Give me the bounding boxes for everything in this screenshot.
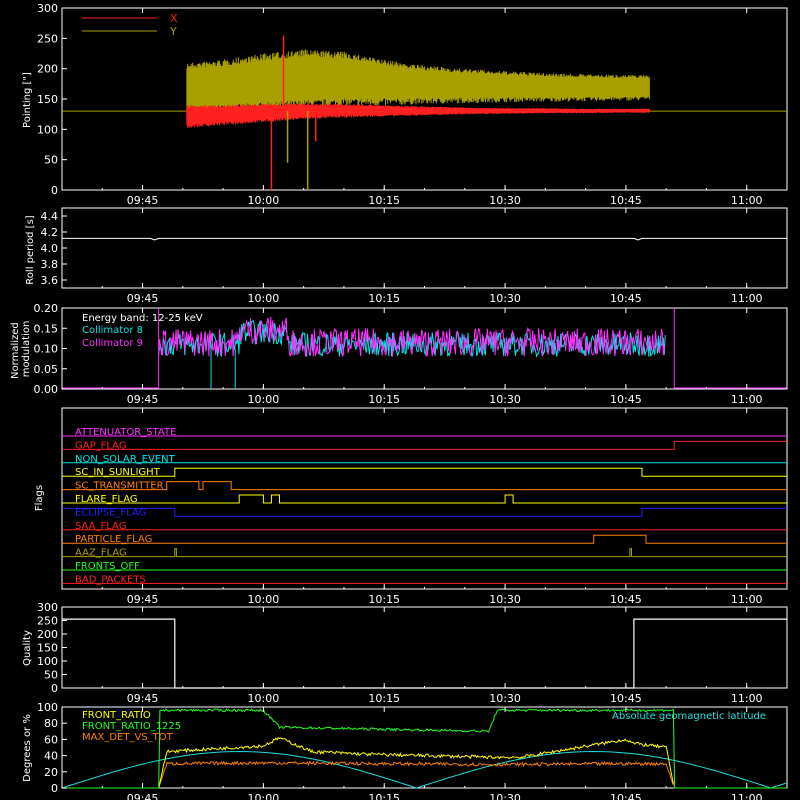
ratios-y-axis-label: Degrees or %: [22, 714, 33, 782]
modulation-y-tick-label: 0.20: [34, 302, 59, 315]
quality-x-tick-label: 10:15: [368, 692, 400, 705]
pointing-x-tick-label: 11:00: [731, 194, 763, 207]
modulation-y-tick-label: 0.00: [34, 383, 59, 396]
modulation-legend-collimator-8: Collimator 8: [82, 325, 143, 336]
flag-label-bad-packets: BAD_PACKETS: [75, 574, 146, 585]
quality-x-tick-label: 10:30: [489, 692, 521, 705]
roll-y-axis-label: Roll period [s]: [25, 215, 36, 284]
ratios-geomagnetic-latitude-label: Absolute geomagnetic latitude: [612, 711, 766, 722]
modulation-x-tick-label: 10:45: [610, 393, 642, 406]
ratios-legend-front-ratio-1225: FRONT_RATIO_1225: [82, 721, 181, 732]
pointing-y-tick-label: 0: [51, 184, 58, 197]
flags-x-tick-label: 09:45: [127, 593, 159, 606]
flag-label-gap-flag: GAP_FLAG: [75, 440, 127, 451]
ratios-y-tick-label: 0: [51, 782, 58, 795]
modulation-x-tick-label: 09:45: [127, 393, 159, 406]
pointing-y-tick-label: 150: [37, 93, 58, 106]
pointing-y-tick-label: 300: [37, 2, 58, 15]
flags-y-axis-label: Flags: [34, 485, 45, 511]
pointing-y-tick-label: 100: [37, 123, 58, 136]
modulation-x-tick-label: 10:15: [368, 393, 400, 406]
quality-y-tick-label: 250: [37, 615, 58, 628]
quality-x-tick-label: 09:45: [127, 692, 159, 705]
flags-x-tick-label: 11:00: [731, 593, 763, 606]
modulation-x-tick-label: 10:00: [248, 393, 280, 406]
pointing-y-tick-label: 50: [44, 154, 58, 167]
flag-label-particle-flag: PARTICLE_FLAG: [75, 534, 152, 545]
quality-y-tick-label: 150: [37, 642, 58, 655]
roll-x-tick-label: 10:45: [610, 292, 642, 305]
flag-label-sc-transmitter: SC_TRANSMITTER: [75, 481, 164, 492]
modulation-y-tick-label: 0.05: [34, 363, 59, 376]
roll-x-tick-label: 10:30: [489, 292, 521, 305]
ratios-x-tick-label: 10:00: [248, 792, 280, 800]
modulation-y-tick-label: 0.10: [34, 343, 59, 356]
modulation-legend-collimator-9: Collimator 9: [82, 338, 143, 349]
flags-x-tick-label: 10:15: [368, 593, 400, 606]
pointing-y-tick-label: 200: [37, 63, 58, 76]
modulation-legend-title: Energy band: 12-25 keV: [82, 313, 203, 324]
ratios-legend-front-ratio: FRONT_RATIO: [82, 710, 151, 721]
ratios-y-tick-label: 100: [37, 701, 58, 714]
pointing-x-tick-label: 09:45: [127, 194, 159, 207]
quality-x-tick-label: 10:00: [248, 692, 280, 705]
flags-x-tick-label: 10:45: [610, 593, 642, 606]
roll-x-tick-label: 10:00: [248, 292, 280, 305]
quality-y-tick-label: 300: [37, 601, 58, 614]
flag-label-fronts-off: FRONTS_OFF: [75, 561, 140, 572]
flag-label-aaz-flag: AAZ_FLAG: [75, 548, 127, 559]
modulation-y-label-line2: modulation: [21, 321, 32, 378]
ratios-x-tick-label: 11:00: [731, 792, 763, 800]
quality-x-tick-label: 10:45: [610, 692, 642, 705]
modulation-y-axis-label: Normalized modulation: [10, 319, 32, 379]
roll-y-tick-label: 4.4: [41, 210, 59, 223]
flags-x-tick-label: 10:00: [248, 593, 280, 606]
roll-x-tick-label: 11:00: [731, 292, 763, 305]
flag-label-non-solar-event: NON_SOLAR_EVENT: [75, 454, 176, 465]
flag-label-eclipse-flag: ECLIPSE_FLAG: [75, 507, 146, 518]
roll-y-tick-label: 3.6: [41, 274, 59, 287]
ratios-y-tick-label: 60: [44, 733, 58, 746]
pointing-x-tick-label: 10:15: [368, 194, 400, 207]
pointing-x-tick-label: 10:00: [248, 194, 280, 207]
ratios-y-tick-label: 40: [44, 750, 58, 763]
quality-y-tick-label: 50: [44, 669, 58, 682]
legend-x-label: X: [170, 12, 178, 25]
ratios-y-tick-label: 20: [44, 766, 58, 779]
quality-y-axis-label: Quality: [22, 630, 33, 666]
quality-y-tick-label: 0: [51, 682, 58, 695]
ratios-legend-max-det: MAX_DET_VS_TOT: [82, 732, 174, 743]
pointing-x-tick-label: 10:45: [610, 194, 642, 207]
ratios-x-tick-label: 10:15: [368, 792, 400, 800]
quicklook-chart-figure: 050100150200250300 09:45 10:00 10:15 10:30 1…: [0, 0, 800, 800]
modulation-y-label-line1: Normalized: [10, 322, 21, 379]
roll-y-tick-label: 4.2: [41, 226, 59, 239]
roll-x-tick-label: 10:15: [368, 292, 400, 305]
ratios-x-tick-label: 10:30: [489, 792, 521, 800]
flag-label-saa-flag: SAA_FLAG: [75, 521, 126, 532]
quality-y-tick-label: 100: [37, 655, 58, 668]
roll-y-tick-label: 4.0: [41, 242, 59, 255]
modulation-x-tick-label: 10:30: [489, 393, 521, 406]
modulation-y-tick-label: 0.15: [34, 322, 59, 335]
ratios-x-tick-label: 09:45: [127, 792, 159, 800]
legend-y-label: Y: [169, 25, 177, 38]
ratios-x-tick-label: 10:45: [610, 792, 642, 800]
roll-x-tick-label: 09:45: [127, 292, 159, 305]
pointing-y-axis-label: Pointing ["]: [22, 72, 33, 128]
pointing-x-tick-label: 10:30: [489, 194, 521, 207]
quality-y-tick-label: 200: [37, 628, 58, 641]
flag-label-attenuator-state: ATTENUATOR_STATE: [75, 427, 176, 438]
flag-label-flare-flag: FLARE_FLAG: [75, 494, 138, 505]
modulation-x-tick-label: 11:00: [731, 393, 763, 406]
pointing-y-tick-label: 250: [37, 32, 58, 45]
flag-label-sc-in-sunlight: SC_IN_SUNLIGHT: [75, 467, 161, 478]
roll-y-tick-label: 3.8: [41, 258, 59, 271]
quality-x-tick-label: 11:00: [731, 692, 763, 705]
ratios-y-tick-label: 80: [44, 717, 58, 730]
flags-x-tick-label: 10:30: [489, 593, 521, 606]
